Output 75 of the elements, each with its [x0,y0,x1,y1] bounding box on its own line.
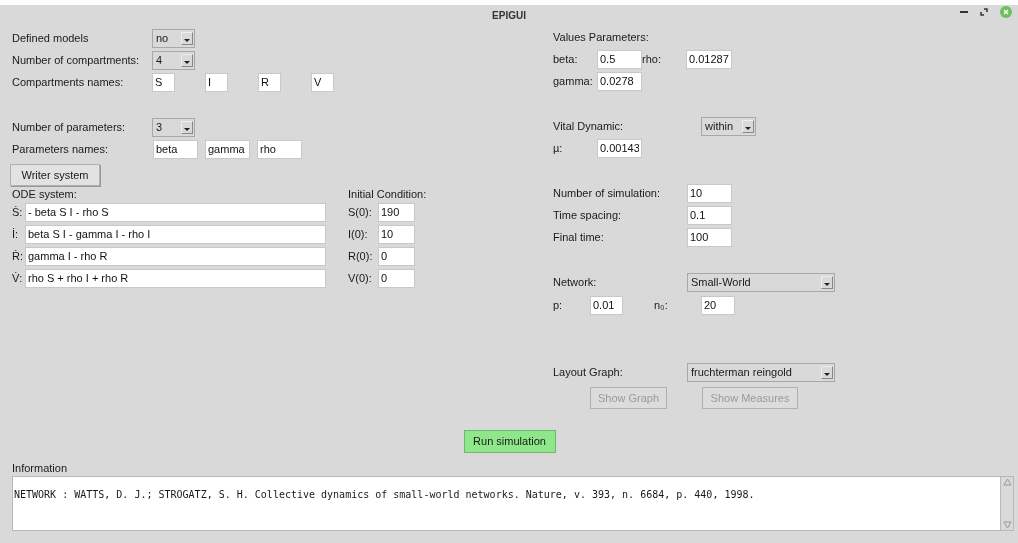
restore-icon[interactable] [980,8,988,16]
input-field[interactable]: I [205,72,228,92]
input-field[interactable]: 0.1 [687,205,732,225]
input-field[interactable]: 0.5 [597,49,642,69]
field-label: ODE system: [12,186,77,202]
input-field[interactable]: gamma I - rho R [25,246,326,266]
information-text: NETWORK : WATTS, D. J.; STROGATZ, S. H. Collective dynamics of small-world networks. Nature, v. 393, n. 6684, p. 440, 1998. [14,489,755,500]
input-field[interactable]: - beta S I - rho S [25,202,326,222]
input-field[interactable]: 0 [378,268,415,288]
minimize-icon[interactable] [960,11,968,13]
field-label: Ṡ: [12,204,24,220]
field-label: S(0): [348,204,373,220]
field-label: p: [553,297,564,313]
input-field[interactable]: 0.00143 [597,138,642,158]
field-label: Compartments names: [12,74,122,90]
input-field[interactable]: 0.0278 [597,71,642,91]
field-label: Values Parameters: [553,29,649,45]
field-label: µ: [553,140,564,156]
input-field[interactable]: 190 [378,202,415,222]
input-field[interactable]: beta S I - gamma I - rho I [25,224,326,244]
dropdown[interactable]: Small-World [687,272,835,292]
input-field[interactable]: 100 [687,227,732,247]
caret-icon [821,275,833,289]
run-button[interactable]: Run simulation [463,430,556,453]
field-label: rho: [642,51,662,67]
field-label: Ṙ: [12,248,24,264]
close-icon[interactable] [1000,6,1012,18]
field-label: Layout Graph: [553,364,624,380]
field-label: V̇: [12,270,24,286]
field-label: Defined models [12,30,90,46]
input-field[interactable]: 0 [378,246,415,266]
caret-icon [742,119,754,133]
input-field[interactable]: 20 [701,295,735,315]
field-label: Number of compartments: [12,52,141,68]
caret-icon [821,365,833,379]
input-field[interactable]: 10 [378,224,415,244]
button[interactable]: Writer system [10,164,100,186]
input-field[interactable]: beta [153,139,198,159]
dropdown[interactable]: no [152,28,195,48]
caret-icon [181,120,193,134]
field-label: n₀: [654,297,669,313]
field-label: Final time: [553,229,605,245]
field-label: İ: [12,226,20,242]
input-field[interactable]: 0.01 [590,295,623,315]
dropdown[interactable]: 4 [152,50,195,70]
field-label: Number of simulation: [553,185,661,201]
input-field[interactable]: 10 [687,183,732,203]
window-title: EPIGUI [492,8,526,23]
caret-icon [181,31,193,45]
field-label: gamma: [553,73,594,89]
field-label: Vital Dynamic: [553,118,625,134]
field-label: Number of parameters: [12,119,127,135]
field-label: beta: [553,51,579,67]
scroll-down-icon[interactable] [1002,521,1012,529]
field-label: Network: [553,274,598,290]
dropdown[interactable]: fruchterman reingold [687,362,835,382]
field-label: I(0): [348,226,369,242]
input-field[interactable]: V [311,72,334,92]
field-label: Parameters names: [12,141,109,157]
scroll-up-icon[interactable] [1002,478,1012,486]
caret-icon [181,53,193,67]
input-field[interactable]: R [258,72,281,92]
input-field[interactable]: S [152,72,175,92]
section-label: Information [12,461,69,475]
input-field[interactable]: gamma [205,139,250,159]
input-field[interactable]: rho S + rho I + rho R [25,268,326,288]
dropdown[interactable]: within [701,116,756,136]
field-label: Time spacing: [553,207,623,223]
input-field[interactable]: 0.01287 [686,49,732,69]
field-label: Initial Condition: [348,186,427,202]
field-label: V(0): [348,270,373,286]
dropdown[interactable]: 3 [152,117,195,137]
scrollbar[interactable] [1000,477,1013,530]
field-label: R(0): [348,248,374,264]
input-field[interactable]: rho [257,139,302,159]
